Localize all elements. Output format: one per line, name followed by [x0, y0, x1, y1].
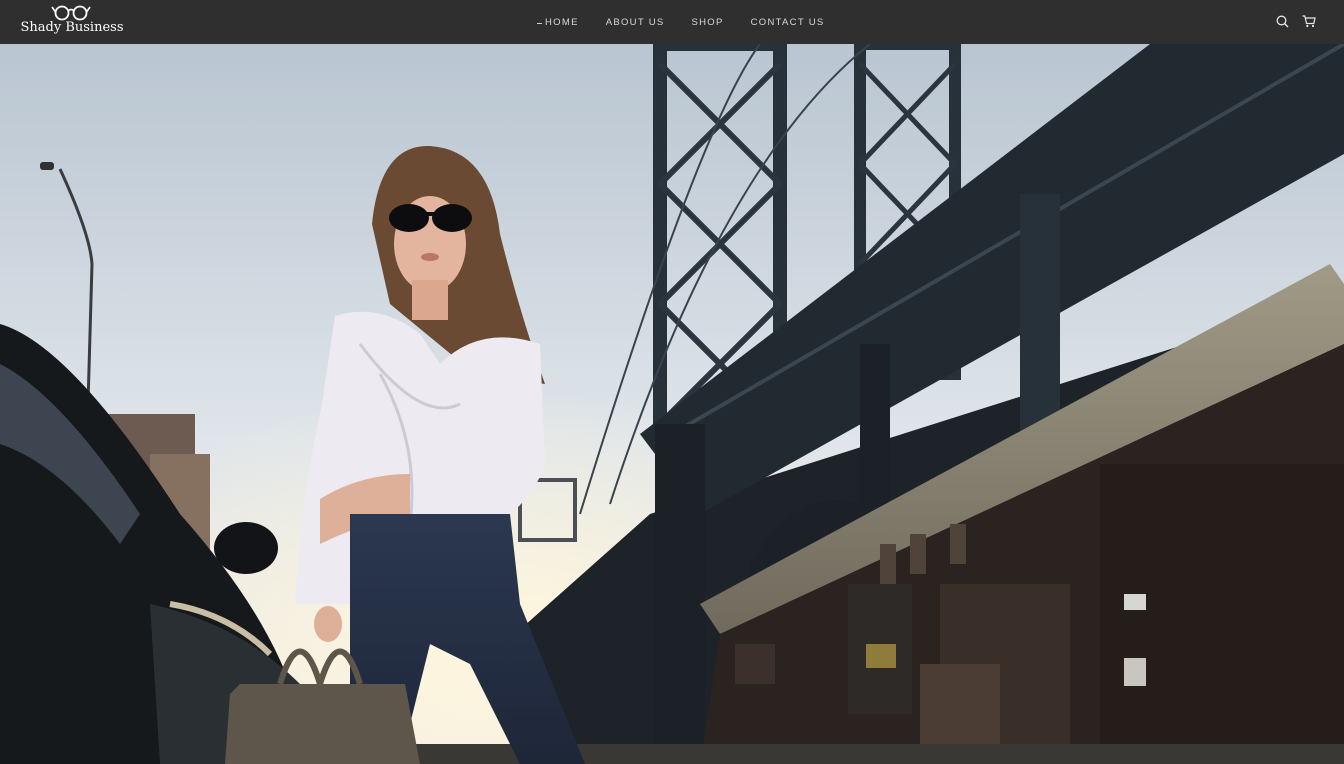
search-icon[interactable]: [1276, 13, 1290, 29]
header-actions: [1276, 13, 1316, 29]
nav-about-us[interactable]: ABOUT US: [606, 17, 665, 28]
site-header: Shady Business HOME ABOUT US SHOP CONTAC…: [0, 0, 1344, 44]
nav-shop[interactable]: SHOP: [692, 17, 724, 28]
hero-image: [0, 44, 1344, 764]
hero-photo: [0, 44, 1344, 764]
brand-logo[interactable]: Shady Business: [19, 3, 125, 41]
cart-icon[interactable]: [1302, 13, 1316, 29]
brand-name: Shady Business: [20, 20, 124, 35]
nav-home[interactable]: HOME: [537, 17, 579, 28]
nav-contact-us[interactable]: CONTACT US: [751, 17, 825, 28]
main-nav: HOME ABOUT US SHOP CONTACT US: [537, 0, 852, 44]
glasses-icon: [51, 5, 91, 21]
